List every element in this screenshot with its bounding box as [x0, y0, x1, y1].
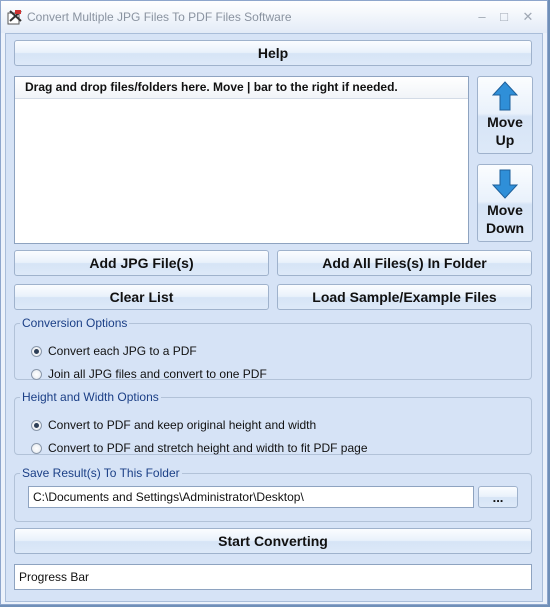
add-folder-button[interactable]: Add All Files(s) In Folder — [277, 250, 532, 276]
load-sample-button[interactable]: Load Sample/Example Files — [277, 284, 532, 310]
client-area: Help Drag and drop files/folders here. M… — [5, 33, 543, 602]
radio-join-all[interactable]: Join all JPG files and convert to one PD… — [31, 365, 267, 383]
save-folder-title: Save Result(s) To This Folder — [22, 466, 180, 480]
radio-convert-each[interactable]: Convert each JPG to a PDF — [31, 342, 197, 360]
radio-stretch-size[interactable]: Convert to PDF and stretch height and wi… — [31, 439, 368, 457]
move-down-label-2: Down — [485, 220, 525, 236]
title-bar[interactable]: Convert Multiple JPG Files To PDF Files … — [1, 1, 547, 33]
move-up-button[interactable]: Move Up — [477, 76, 533, 154]
move-down-label-1: Move — [487, 202, 523, 218]
move-down-button[interactable]: Move Down — [477, 164, 533, 242]
close-icon[interactable]: ✕ — [517, 7, 539, 27]
file-list-header[interactable]: Drag and drop files/folders here. Move |… — [15, 77, 468, 99]
minimize-icon[interactable]: – — [471, 7, 493, 27]
radio-button[interactable] — [31, 442, 42, 454]
radio-join-all-label: Join all JPG files and convert to one PD… — [48, 367, 267, 381]
start-converting-button[interactable]: Start Converting — [14, 528, 532, 554]
move-up-label-1: Move — [487, 114, 523, 130]
radio-convert-each-label: Convert each JPG to a PDF — [48, 344, 197, 358]
radio-keep-size[interactable]: Convert to PDF and keep original height … — [31, 416, 316, 434]
radio-keep-size-label: Convert to PDF and keep original height … — [48, 418, 317, 432]
browse-folder-button[interactable]: ... — [478, 486, 518, 508]
conversion-options-title: Conversion Options — [22, 316, 128, 330]
conversion-options-group: Conversion Options Convert each JPG to a… — [14, 316, 532, 383]
app-icon — [7, 10, 22, 25]
help-button[interactable]: Help — [14, 40, 532, 66]
size-options-group: Height and Width Options Convert to PDF … — [14, 390, 532, 455]
progress-bar: Progress Bar — [14, 564, 532, 590]
radio-button[interactable] — [31, 368, 42, 380]
arrow-down-icon — [492, 169, 518, 199]
file-list[interactable]: Drag and drop files/folders here. Move |… — [14, 76, 469, 244]
radio-stretch-size-label: Convert to PDF and stretch height and wi… — [48, 441, 368, 455]
output-folder-input[interactable]: C:\Documents and Settings\Administrator\… — [28, 486, 474, 508]
maximize-icon[interactable]: □ — [493, 7, 515, 27]
size-options-title: Height and Width Options — [22, 390, 159, 404]
window-title: Convert Multiple JPG Files To PDF Files … — [27, 10, 292, 24]
radio-button-selected[interactable] — [31, 345, 42, 357]
clear-list-button[interactable]: Clear List — [14, 284, 269, 310]
radio-button-selected[interactable] — [31, 419, 42, 431]
arrow-up-icon — [492, 81, 518, 111]
move-up-label-2: Up — [495, 132, 515, 148]
add-jpg-files-button[interactable]: Add JPG File(s) — [14, 250, 269, 276]
app-window: Convert Multiple JPG Files To PDF Files … — [0, 0, 548, 605]
